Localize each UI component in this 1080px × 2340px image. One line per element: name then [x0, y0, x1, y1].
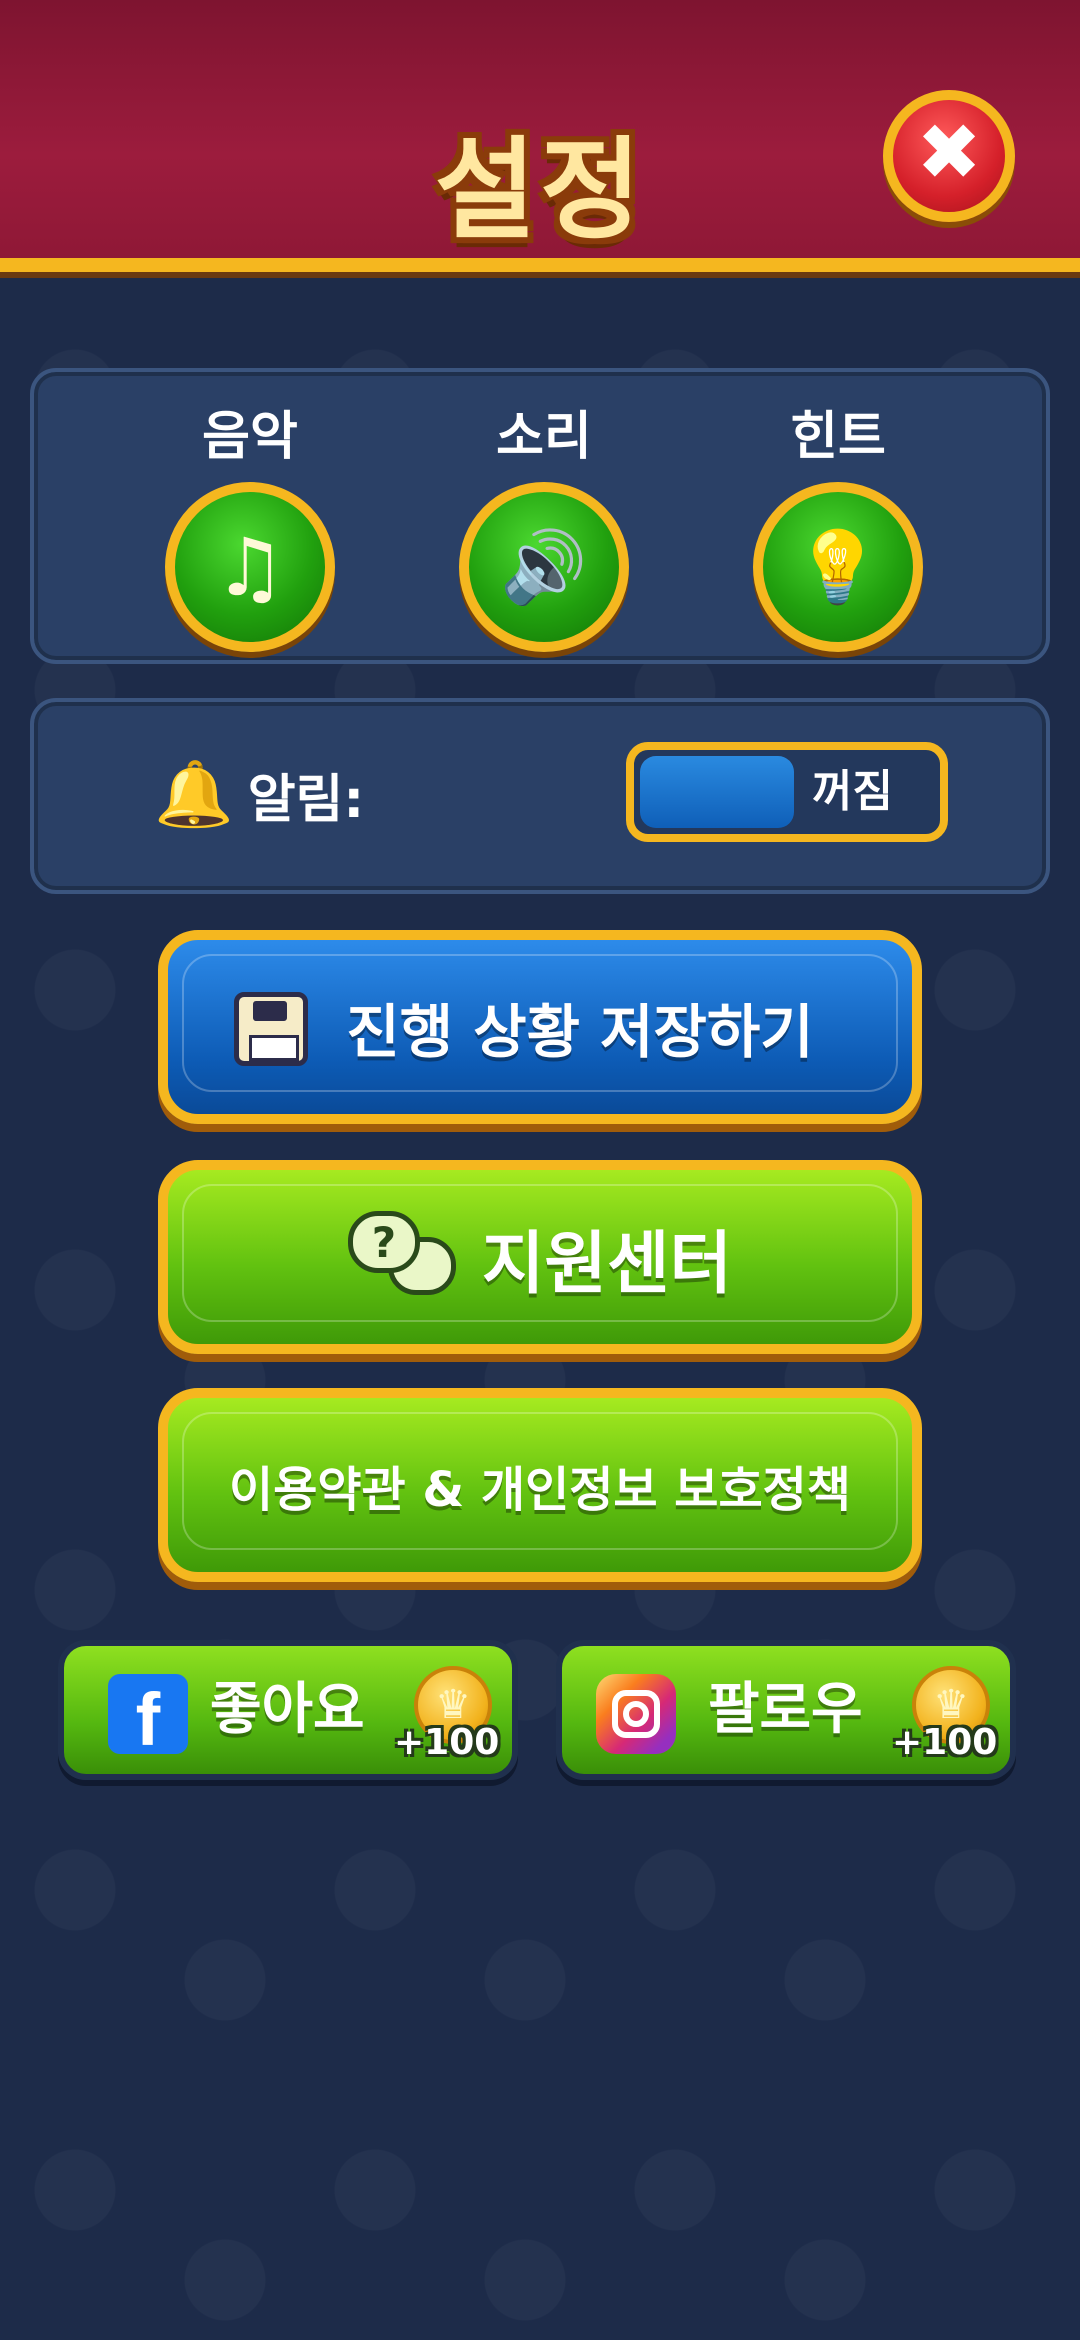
sound-toggle-group: 소리 🔊: [444, 402, 644, 652]
music-toggle-group: 음악 ♫: [150, 402, 350, 652]
music-toggle-button[interactable]: ♫: [165, 482, 335, 652]
terms-privacy-label: 이용약관 & 개인정보 보호정책: [229, 1462, 851, 1518]
support-center-label: 지원센터: [481, 1224, 733, 1304]
sound-settings-panel: 음악 ♫ 소리 🔊 힌트 💡: [30, 368, 1050, 664]
bell-icon: 🔔: [154, 758, 234, 832]
help-chat-icon: ?: [347, 1211, 458, 1303]
question-bubble: ?: [347, 1211, 420, 1273]
save-progress-button[interactable]: 진행 상황 저장하기: [158, 930, 922, 1124]
sound-toggle-button[interactable]: 🔊: [459, 482, 629, 652]
notification-row: 🔔 알림:: [154, 757, 364, 832]
floppy-disk-icon: [234, 992, 308, 1066]
notification-switch[interactable]: 꺼짐: [626, 742, 948, 842]
facebook-like-label: 좋아요: [210, 1677, 365, 1742]
close-button[interactable]: ✖: [883, 90, 1015, 222]
lightbulb-icon: 💡: [794, 525, 882, 608]
music-label: 음악: [202, 407, 298, 467]
facebook-icon: f: [108, 1674, 188, 1761]
sound-label: 소리: [496, 407, 592, 467]
instagram-follow-label: 팔로우: [708, 1677, 863, 1742]
hint-toggle-button[interactable]: 💡: [753, 482, 923, 652]
switch-knob[interactable]: [640, 756, 794, 828]
support-center-button[interactable]: ? 지원센터: [158, 1160, 922, 1354]
header-bar: 설정 ✖: [0, 0, 1080, 272]
instagram-icon: [596, 1674, 676, 1754]
notification-state: 꺼짐: [812, 766, 893, 817]
hint-label: 힌트: [790, 407, 886, 467]
facebook-like-button[interactable]: f 좋아요 ♛ +100: [58, 1640, 518, 1780]
notification-panel: 🔔 알림: 꺼짐: [30, 698, 1050, 894]
save-progress-label: 진행 상황 저장하기: [346, 998, 814, 1066]
music-note-icon: ♫: [214, 520, 286, 614]
instagram-follow-button[interactable]: 팔로우 ♛ +100: [556, 1640, 1016, 1780]
hint-toggle-group: 힌트 💡: [738, 402, 938, 652]
terms-privacy-button[interactable]: 이용약관 & 개인정보 보호정책: [158, 1388, 922, 1582]
facebook-reward: +100: [394, 1722, 500, 1763]
instagram-reward: +100: [892, 1722, 998, 1763]
close-icon: ✖: [916, 108, 982, 198]
notification-label: 알림:: [247, 770, 365, 830]
speaker-icon: 🔊: [500, 525, 588, 608]
